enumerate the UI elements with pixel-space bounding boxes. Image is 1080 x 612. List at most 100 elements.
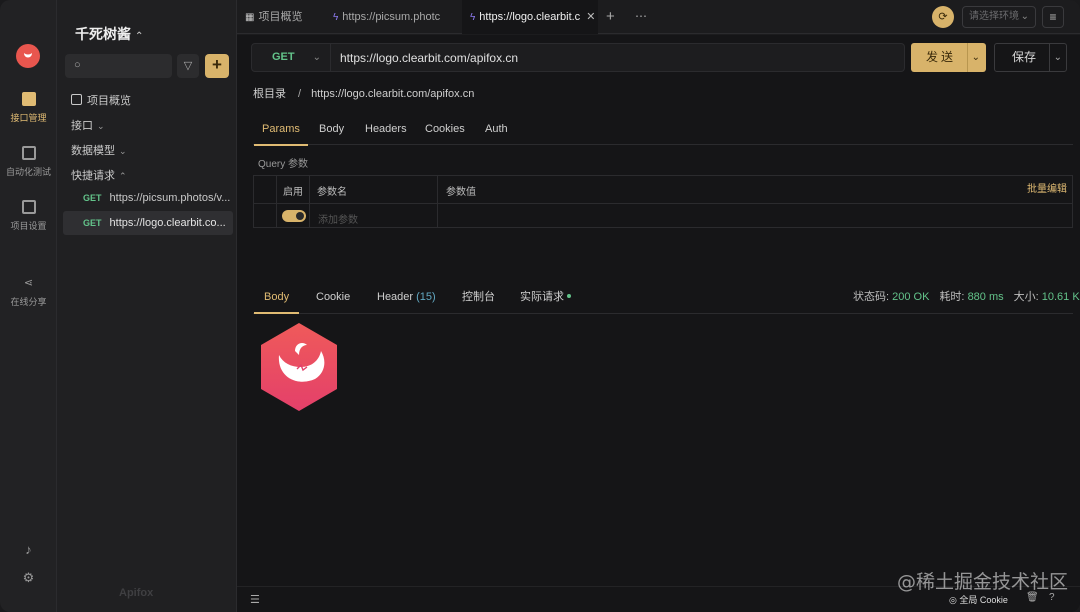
automated-test-icon <box>21 146 36 160</box>
plus-icon: + <box>212 55 222 74</box>
chevron-down-icon: ⌄ <box>312 52 321 63</box>
send-button[interactable]: 发送 ⌄ <box>911 43 986 72</box>
share-icon: ⋖ <box>23 277 34 289</box>
close-icon[interactable]: ✕ <box>586 11 595 23</box>
column-value: 参数值 <box>446 187 476 198</box>
tab-response-cookie[interactable]: Cookie <box>316 281 350 313</box>
rail-item-project-settings[interactable]: 项目设置 <box>0 200 57 232</box>
gear-icon[interactable]: ⚙ <box>22 571 35 584</box>
query-params-label: Query 参数 <box>258 159 309 170</box>
tab-body[interactable]: Body <box>319 113 344 145</box>
tree-item-overview[interactable]: 项目概览 <box>71 92 131 108</box>
global-cookie-button[interactable]: ◎ 全局 Cookie <box>949 593 1008 606</box>
tab-label: 项目概览 <box>258 11 303 23</box>
response-image-apifox-logo <box>257 321 341 413</box>
tree-item-label: 快捷请求 <box>71 170 115 182</box>
main-panel: GET ⌄ 发送 ⌄ 保存 ⌄ 根目录 / https://logo.clearbit… <box>237 35 1080 612</box>
divider <box>967 43 968 72</box>
nav-rail: 接口管理 自动化测试 项目设置 ⋖ 在线分享 ♪ ⚙ <box>0 0 57 612</box>
tab-params[interactable]: Params <box>254 113 308 146</box>
tab-label: https://picsum.photc <box>342 11 441 23</box>
divider <box>1049 44 1050 71</box>
chevron-down-icon: ⌄ <box>1020 11 1029 22</box>
tree-item-interfaces[interactable]: 接口 ⌄ <box>71 117 105 133</box>
divider <box>437 176 438 227</box>
status-dot <box>567 294 571 298</box>
environment-placeholder: 请选择环境 <box>969 11 1019 22</box>
rail-item-api-management[interactable]: 接口管理 <box>0 92 57 124</box>
tab-cookies[interactable]: Cookies <box>425 113 465 145</box>
apifox-brand: Apifox <box>119 587 154 599</box>
save-label: 保存 <box>1012 50 1037 64</box>
tab-label: Header <box>377 291 414 303</box>
response-meta: 状态码: 200 OK 耗时: 880 ms 大小: 10.61 K <box>853 281 1080 314</box>
tree-item-data-models[interactable]: 数据模型 ⌄ <box>71 142 127 158</box>
rail-item-share[interactable]: ⋖ 在线分享 <box>0 276 57 308</box>
tree-item-label: 接口 <box>71 120 93 132</box>
tab-clearbit[interactable]: ϟ https://logo.clearbit.c ✕ <box>462 0 598 34</box>
rail-item-label: 自动化测试 <box>5 167 51 177</box>
sync-icon[interactable]: ⟳ <box>932 6 954 28</box>
app-window: 接口管理 自动化测试 项目设置 ⋖ 在线分享 ♪ ⚙ 千死树酱 ⌃ ○ ▽ + 项… <box>0 0 1080 612</box>
new-tab-button[interactable]: + <box>606 0 615 34</box>
tab-headers[interactable]: Headers <box>365 113 407 145</box>
api-management-icon <box>21 92 36 106</box>
tab-auth[interactable]: Auth <box>485 113 508 145</box>
status-label: 状态码: <box>853 291 890 303</box>
more-icon[interactable]: ⋯ <box>635 0 647 32</box>
request-url: https://picsum.photos/v... <box>109 192 231 204</box>
tree-item-quick-requests[interactable]: 快捷请求 ⌃ <box>71 167 127 183</box>
rail-item-label: 项目设置 <box>10 221 47 231</box>
cookie-icon: ◎ <box>949 595 957 605</box>
grid-icon <box>71 94 82 105</box>
project-switcher[interactable]: 千死树酱 ⌃ <box>75 24 143 44</box>
request-tabs: Params Body Headers Cookies Auth <box>253 113 1073 146</box>
request-url: https://logo.clearbit.co... <box>109 217 226 229</box>
add-button[interactable]: + <box>205 54 229 78</box>
bell-icon[interactable]: ♪ <box>22 543 35 556</box>
chevron-down-icon: ⌄ <box>97 121 105 131</box>
bulk-edit-link[interactable]: 批量编辑 <box>1027 180 1067 195</box>
method-select[interactable]: GET ⌄ <box>251 43 331 72</box>
request-item[interactable]: GET https://picsum.photos/v... <box>63 186 233 210</box>
save-button[interactable]: 保存 ⌄ <box>994 43 1067 72</box>
app-logo-icon <box>16 44 40 68</box>
breadcrumb: 根目录 / https://logo.clearbit.com/apifox.cn <box>253 85 474 101</box>
tab-actual-request[interactable]: 实际请求 <box>520 281 571 313</box>
breadcrumb-separator: / <box>298 88 302 100</box>
add-param-input[interactable]: 添加参数 <box>318 211 358 226</box>
environment-select[interactable]: 请选择环境 ⌄ <box>962 6 1036 28</box>
divider <box>276 176 277 227</box>
rail-item-automated-test[interactable]: 自动化测试 <box>0 146 57 178</box>
size-value: 10.61 K <box>1041 291 1080 303</box>
lightning-icon: ϟ <box>470 12 476 23</box>
tab-response-header[interactable]: Header (15) <box>377 281 436 313</box>
tab-console[interactable]: 控制台 <box>462 281 495 313</box>
search-input[interactable] <box>91 57 167 75</box>
breadcrumb-root[interactable]: 根目录 <box>253 88 286 100</box>
url-input[interactable] <box>331 43 905 72</box>
watermark: @稀土掘金技术社区 <box>897 571 1069 593</box>
rail-item-label: 在线分享 <box>10 297 47 307</box>
method-badge: GET <box>83 193 102 203</box>
chevron-down-icon[interactable]: ⌄ <box>972 43 980 72</box>
chevron-down-icon[interactable]: ⌄ <box>1054 44 1062 71</box>
request-item[interactable]: GET https://logo.clearbit.co... <box>63 211 233 235</box>
response-tabs: Body Cookie Header (15) 控制台 实际请求 状态码: 20… <box>253 281 1080 314</box>
filter-button[interactable]: ▽ <box>177 54 199 78</box>
project-name: 千死树酱 <box>75 26 131 42</box>
tab-response-body[interactable]: Body <box>253 281 300 314</box>
menu-icon[interactable]: ≡ <box>1042 6 1064 28</box>
tree-item-label: 项目概览 <box>87 95 131 107</box>
tab-picsum[interactable]: ϟ https://picsum.photc <box>325 0 461 34</box>
rail-item-label: 接口管理 <box>10 113 47 123</box>
tab-bar: ▦ 项目概览 ϟ https://picsum.photc ϟ https://log… <box>237 0 1080 34</box>
enable-toggle[interactable] <box>282 210 306 222</box>
sidebar-toggle-icon[interactable]: ☰ <box>250 593 260 606</box>
tree-item-label: 数据模型 <box>71 145 115 157</box>
method-value: GET <box>272 51 295 63</box>
send-label: 发送 <box>926 50 957 64</box>
column-name: 参数名 <box>317 187 347 198</box>
filter-icon: ▽ <box>183 60 193 72</box>
tab-overview[interactable]: ▦ 项目概览 <box>237 0 325 34</box>
